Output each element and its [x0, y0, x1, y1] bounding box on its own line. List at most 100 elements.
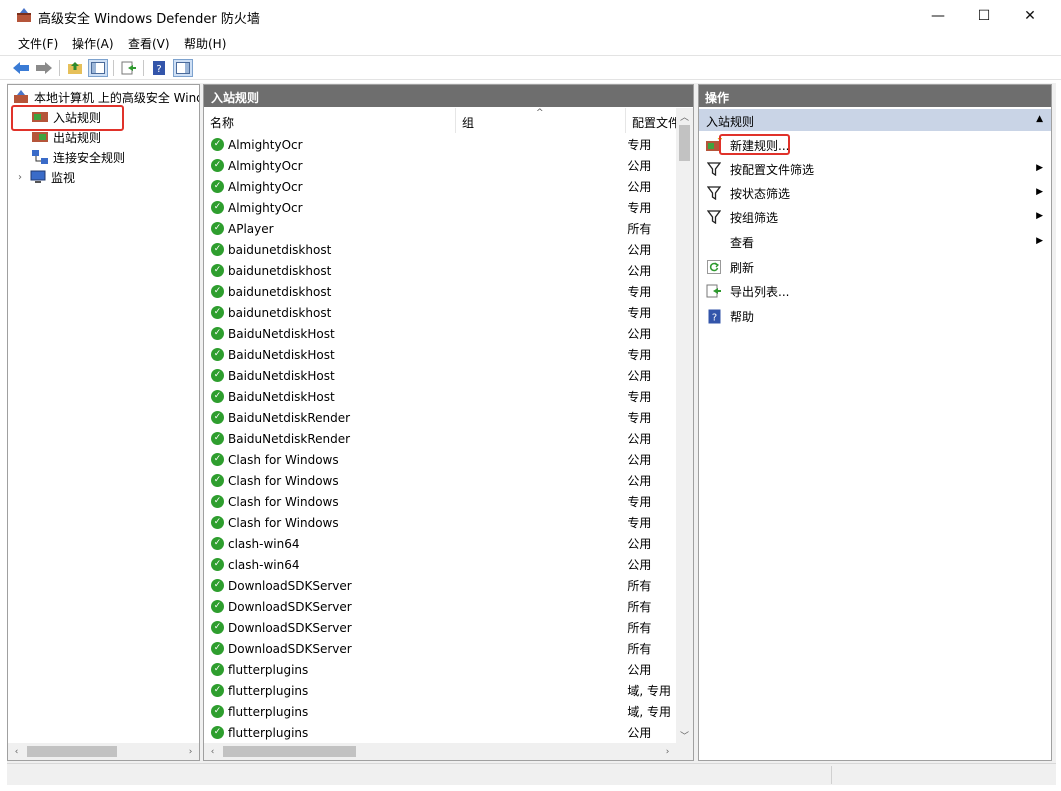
action-filter-by-group[interactable]: 按组筛选 ▶ — [699, 205, 1051, 229]
status-bar — [7, 763, 1056, 785]
forward-arrow-icon[interactable] — [34, 59, 54, 77]
submenu-arrow-icon: ▶ — [1036, 236, 1043, 246]
scrollbar-thumb[interactable] — [223, 746, 356, 757]
table-row[interactable]: ✓ baidunetdiskhost 专用 — [204, 281, 676, 302]
table-row[interactable]: ✓ baidunetdiskhost 公用 — [204, 239, 676, 260]
table-row[interactable]: ✓ Clash for Windows 专用 — [204, 512, 676, 533]
actions-section-header[interactable]: 入站规则 ▲ — [699, 109, 1051, 131]
menu-file[interactable]: 文件(F) — [18, 35, 58, 52]
table-row[interactable]: ✓ clash-win64 公用 — [204, 533, 676, 554]
rule-profile: 公用 — [627, 243, 652, 257]
scrollbar-thumb[interactable] — [679, 125, 690, 161]
action-filter-by-profile[interactable]: 按配置文件筛选 ▶ — [699, 157, 1051, 181]
table-row[interactable]: ✓ Clash for Windows 专用 — [204, 491, 676, 512]
rule-profile: 公用 — [627, 663, 652, 677]
table-row[interactable]: ✓ baidunetdiskhost 公用 — [204, 260, 676, 281]
scroll-right-icon[interactable]: › — [659, 743, 676, 760]
table-row[interactable]: ✓ APlayer 所有 — [204, 218, 676, 239]
up-folder-icon[interactable] — [65, 59, 85, 77]
table-row[interactable]: ✓ BaiduNetdiskRender 专用 — [204, 407, 676, 428]
action-export-list[interactable]: 导出列表... — [699, 279, 1051, 303]
menu-action[interactable]: 操作(A) — [72, 35, 114, 52]
table-row[interactable]: ✓ AlmightyOcr 专用 — [204, 197, 676, 218]
action-view[interactable]: 查看 ▶ — [699, 230, 1051, 254]
horizontal-scrollbar[interactable]: ‹ › — [8, 743, 199, 760]
navigation-tree-pane: 本地计算机 上的高级安全 Windows Defender 防火墙 入站规则 出… — [7, 84, 200, 761]
menu-view[interactable]: 查看(V) — [128, 35, 170, 52]
table-row[interactable]: ✓ DownloadSDKServer 所有 — [204, 575, 676, 596]
help-icon[interactable]: ? — [149, 59, 169, 77]
table-row[interactable]: ✓ flutterplugins 域, 专用 — [204, 680, 676, 701]
rule-name: BaiduNetdiskHost — [228, 326, 335, 341]
table-row[interactable]: ✓ AlmightyOcr 公用 — [204, 155, 676, 176]
action-filter-by-state[interactable]: 按状态筛选 ▶ — [699, 181, 1051, 205]
table-row[interactable]: ✓ DownloadSDKServer 所有 — [204, 596, 676, 617]
action-refresh[interactable]: 刷新 — [699, 255, 1051, 279]
column-header-name[interactable]: 名称 — [204, 108, 456, 133]
menu-help[interactable]: 帮助(H) — [184, 35, 226, 52]
table-row[interactable]: ✓ flutterplugins 公用 — [204, 722, 676, 743]
table-row[interactable]: ✓ BaiduNetdiskHost 专用 — [204, 386, 676, 407]
table-row[interactable]: ✓ Clash for Windows 公用 — [204, 449, 676, 470]
rule-profile: 公用 — [627, 453, 652, 467]
maximize-button[interactable]: ☐ — [961, 0, 1007, 32]
filter-icon — [706, 161, 722, 177]
vertical-scrollbar[interactable]: ︿ ﹀ — [676, 108, 693, 744]
scroll-left-icon[interactable]: ‹ — [204, 743, 221, 760]
column-header-group[interactable]: 组 — [456, 108, 626, 133]
rule-name: DownloadSDKServer — [228, 578, 352, 593]
table-row[interactable]: ✓ AlmightyOcr 专用 — [204, 134, 676, 155]
help-icon: ? — [706, 308, 722, 324]
table-row[interactable]: ✓ BaiduNetdiskHost 公用 — [204, 323, 676, 344]
rule-name: clash-win64 — [228, 557, 300, 572]
export-icon[interactable] — [119, 59, 139, 77]
collapse-icon[interactable]: ▲ — [1036, 114, 1043, 124]
scroll-up-icon[interactable]: ︿ — [676, 108, 693, 125]
tree-item-connection-security[interactable]: 连接安全规则 — [12, 147, 199, 167]
enabled-check-icon: ✓ — [211, 264, 224, 277]
enabled-check-icon: ✓ — [211, 411, 224, 424]
table-row[interactable]: ✓ DownloadSDKServer 所有 — [204, 638, 676, 659]
table-row[interactable]: ✓ AlmightyOcr 公用 — [204, 176, 676, 197]
rule-name: Clash for Windows — [228, 515, 339, 530]
table-row[interactable]: ✓ clash-win64 公用 — [204, 554, 676, 575]
scroll-left-icon[interactable]: ‹ — [8, 743, 25, 760]
chevron-right-icon[interactable]: › — [18, 172, 30, 183]
table-row[interactable]: ✓ flutterplugins 域, 专用 — [204, 701, 676, 722]
table-row[interactable]: ✓ BaiduNetdiskHost 公用 — [204, 365, 676, 386]
scroll-down-icon[interactable]: ﹀ — [676, 727, 693, 744]
action-label: 按配置文件筛选 — [730, 162, 815, 177]
column-header-profile[interactable]: 配置文件 — [626, 108, 676, 133]
table-row[interactable]: ✓ BaiduNetdiskRender 公用 — [204, 428, 676, 449]
horizontal-scrollbar[interactable]: ‹ › — [204, 743, 693, 760]
enabled-check-icon: ✓ — [211, 390, 224, 403]
action-help[interactable]: ? 帮助 — [699, 304, 1051, 328]
table-row[interactable]: ✓ baidunetdiskhost 专用 — [204, 302, 676, 323]
close-button[interactable]: ✕ — [1007, 0, 1053, 32]
show-hide-action-pane-icon[interactable] — [173, 59, 193, 77]
monitor-icon — [30, 170, 46, 184]
tree-item-monitor[interactable]: › 监视 — [12, 167, 199, 187]
rule-profile: 公用 — [627, 327, 652, 341]
rule-profile: 公用 — [627, 369, 652, 383]
rule-name: baidunetdiskhost — [228, 305, 332, 320]
table-row[interactable]: ✓ DownloadSDKServer 所有 — [204, 617, 676, 638]
rule-profile: 域, 专用 — [627, 705, 672, 719]
rule-name: BaiduNetdiskRender — [228, 410, 351, 425]
connection-security-icon — [32, 150, 48, 164]
rule-profile: 所有 — [627, 222, 652, 236]
tree-root[interactable]: 本地计算机 上的高级安全 Windows Defender 防火墙 — [12, 87, 199, 107]
scrollbar-thumb[interactable] — [27, 746, 117, 757]
table-row[interactable]: ✓ Clash for Windows 公用 — [204, 470, 676, 491]
back-arrow-icon[interactable] — [11, 59, 31, 77]
rule-profile: 专用 — [627, 201, 652, 215]
scroll-right-icon[interactable]: › — [182, 743, 199, 760]
submenu-arrow-icon: ▶ — [1036, 163, 1043, 173]
minimize-button[interactable]: — — [915, 0, 961, 32]
toolbar-separator — [143, 60, 144, 76]
show-hide-tree-icon[interactable] — [88, 59, 108, 77]
tree-item-label: 监视 — [51, 170, 76, 185]
table-row[interactable]: ✓ BaiduNetdiskHost 专用 — [204, 344, 676, 365]
enabled-check-icon: ✓ — [211, 516, 224, 529]
table-row[interactable]: ✓ flutterplugins 公用 — [204, 659, 676, 680]
